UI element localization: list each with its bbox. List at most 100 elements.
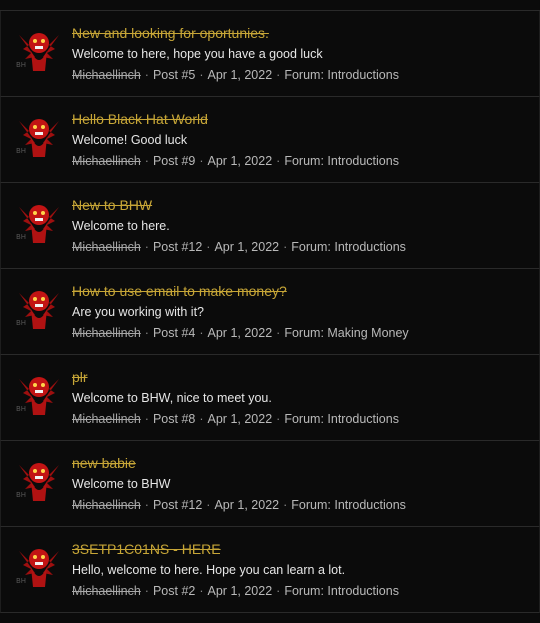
avatar[interactable]: BH	[15, 541, 63, 589]
username-link[interactable]: Michaellinch	[72, 154, 141, 168]
search-result-item: BH Hello Black Hat World Welcome! Good l…	[0, 97, 540, 183]
avatar[interactable]: BH	[15, 197, 63, 245]
thread-title-link[interactable]: New to BHW	[72, 196, 533, 214]
result-meta: Michaellinch · Post #9 · Apr 1, 2022 · Forum: …	[72, 152, 533, 170]
result-content: New to BHW Welcome to here. Michaellinch…	[72, 196, 533, 256]
result-meta: Michaellinch · Post #12 · Apr 1, 2022 · Forum:…	[72, 496, 533, 514]
forum-link[interactable]: Forum: Introductions	[284, 584, 399, 598]
forum-link[interactable]: Forum: Introductions	[291, 240, 406, 254]
search-result-item: BH new babie Welcome to BHW Michaellinch…	[0, 441, 540, 527]
avatar[interactable]: BH	[15, 111, 63, 159]
post-number: Post #12	[152, 240, 203, 254]
post-number: Post #8	[152, 412, 196, 426]
post-snippet: Hello, welcome to here. Hope you can lea…	[72, 563, 346, 577]
thread-title-link[interactable]: Hello Black Hat World	[72, 110, 533, 128]
svg-text:BH: BH	[16, 147, 26, 155]
red-winged-creature-avatar-icon: BH	[16, 463, 59, 501]
meta-separator: ·	[206, 498, 211, 512]
result-content: plr Welcome to BHW, nice to meet you. Mi…	[72, 368, 533, 428]
username-link[interactable]: Michaellinch	[72, 584, 141, 598]
meta-separator: ·	[144, 326, 149, 340]
post-snippet: Welcome to BHW, nice to meet you.	[72, 391, 272, 405]
post-number: Post #12	[152, 498, 203, 512]
meta-separator: ·	[144, 68, 149, 82]
meta-separator: ·	[276, 154, 281, 168]
avatar[interactable]: BH	[15, 283, 63, 331]
meta-separator: ·	[283, 240, 288, 254]
avatar[interactable]: BH	[15, 369, 63, 417]
post-date: Apr 1, 2022	[207, 326, 273, 340]
thread-title-link[interactable]: 3SETP1C01NS - HERE	[72, 540, 533, 558]
meta-separator: ·	[144, 240, 149, 254]
svg-text:BH: BH	[16, 319, 26, 327]
result-content: Hello Black Hat World Welcome! Good luck…	[72, 110, 533, 170]
post-snippet: Welcome! Good luck	[72, 133, 188, 147]
meta-separator: ·	[276, 326, 281, 340]
search-result-item: BH New to BHW Welcome to here. Michaelli…	[0, 183, 540, 269]
meta-separator: ·	[199, 584, 204, 598]
forum-link[interactable]: Forum: Introductions	[284, 68, 399, 82]
post-number: Post #4	[152, 326, 196, 340]
post-date: Apr 1, 2022	[207, 154, 273, 168]
result-meta: Michaellinch · Post #12 · Apr 1, 2022 · Forum:…	[72, 238, 533, 256]
thread-title-link[interactable]: New and looking for oportunies.	[72, 24, 533, 42]
post-date: Apr 1, 2022	[207, 584, 273, 598]
meta-separator: ·	[199, 68, 204, 82]
post-date: Apr 1, 2022	[214, 498, 280, 512]
thread-title-link[interactable]: How to use email to make money?	[72, 282, 533, 300]
result-content: New and looking for oportunies. Welcome …	[72, 24, 533, 84]
red-winged-creature-avatar-icon: BH	[16, 291, 59, 329]
meta-separator: ·	[199, 412, 204, 426]
post-date: Apr 1, 2022	[207, 68, 273, 82]
avatar[interactable]: BH	[15, 455, 63, 503]
result-content: How to use email to make money? Are you …	[72, 282, 533, 342]
meta-separator: ·	[276, 412, 281, 426]
svg-text:BH: BH	[16, 233, 26, 241]
meta-separator: ·	[144, 154, 149, 168]
search-result-item: BH plr Welcome to BHW, nice to meet you.…	[0, 355, 540, 441]
post-snippet: Welcome to BHW	[72, 477, 171, 491]
svg-text:BH: BH	[16, 61, 26, 69]
post-number: Post #5	[152, 68, 196, 82]
search-results-list: BH New and looking for oportunies. Welco…	[0, 10, 540, 613]
meta-separator: ·	[144, 584, 149, 598]
thread-title-link[interactable]: plr	[72, 368, 533, 386]
result-meta: Michaellinch · Post #4 · Apr 1, 2022 · Forum: …	[72, 324, 533, 342]
meta-separator: ·	[199, 326, 204, 340]
result-meta: Michaellinch · Post #8 · Apr 1, 2022 · Forum: …	[72, 410, 533, 428]
forum-link[interactable]: Forum: Introductions	[284, 412, 399, 426]
meta-separator: ·	[276, 68, 281, 82]
username-link[interactable]: Michaellinch	[72, 68, 141, 82]
svg-text:BH: BH	[16, 405, 26, 413]
forum-link[interactable]: Forum: Introductions	[291, 498, 406, 512]
search-result-item: BH How to use email to make money? Are y…	[0, 269, 540, 355]
meta-separator: ·	[199, 154, 204, 168]
result-content: new babie Welcome to BHW Michaellinch · Po…	[72, 454, 533, 514]
meta-separator: ·	[283, 498, 288, 512]
result-content: 3SETP1C01NS - HERE Hello, welcome to her…	[72, 540, 533, 600]
meta-separator: ·	[206, 240, 211, 254]
username-link[interactable]: Michaellinch	[72, 498, 141, 512]
post-snippet: Are you working with it?	[72, 305, 205, 319]
thread-title-link[interactable]: new babie	[72, 454, 533, 472]
post-date: Apr 1, 2022	[214, 240, 280, 254]
search-result-item: BH New and looking for oportunies. Welco…	[0, 11, 540, 97]
result-meta: Michaellinch · Post #2 · Apr 1, 2022 · Forum: …	[72, 582, 533, 600]
meta-separator: ·	[276, 584, 281, 598]
red-winged-creature-avatar-icon: BH	[16, 33, 59, 71]
red-winged-creature-avatar-icon: BH	[16, 377, 59, 415]
red-winged-creature-avatar-icon: BH	[16, 205, 59, 243]
post-number: Post #2	[152, 584, 196, 598]
red-winged-creature-avatar-icon: BH	[16, 119, 59, 157]
svg-text:BH: BH	[16, 491, 26, 499]
svg-text:BH: BH	[16, 577, 26, 585]
username-link[interactable]: Michaellinch	[72, 412, 141, 426]
meta-separator: ·	[144, 412, 149, 426]
avatar[interactable]: BH	[15, 25, 63, 73]
forum-link[interactable]: Forum: Making Money	[284, 326, 408, 340]
username-link[interactable]: Michaellinch	[72, 326, 141, 340]
post-number: Post #9	[152, 154, 196, 168]
forum-link[interactable]: Forum: Introductions	[284, 154, 399, 168]
search-result-item: BH 3SETP1C01NS - HERE Hello, welcome to …	[0, 527, 540, 613]
username-link[interactable]: Michaellinch	[72, 240, 141, 254]
